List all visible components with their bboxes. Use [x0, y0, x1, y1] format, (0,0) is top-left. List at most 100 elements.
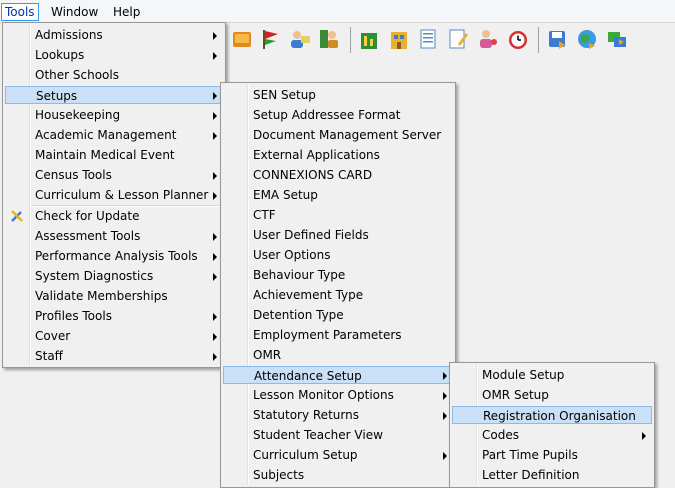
menu-item-user-options[interactable]: User Options — [223, 246, 453, 264]
menu-item-label: Maintain Medical Event — [35, 148, 175, 162]
menu-item-other-schools[interactable]: Other Schools — [5, 66, 223, 84]
menu-item-omr[interactable]: OMR — [223, 346, 453, 364]
documents-icon[interactable] — [416, 27, 440, 51]
menu-item-label: Lookups — [35, 48, 85, 62]
menu-item-statutory-returns[interactable]: Statutory Returns — [223, 406, 453, 424]
edit-document-icon[interactable] — [446, 27, 470, 51]
menu-item-employment-parameters[interactable]: Employment Parameters — [223, 326, 453, 344]
menu-item-staff[interactable]: Staff — [5, 347, 223, 365]
menu-item-label: OMR — [253, 348, 282, 362]
globe-icon[interactable] — [575, 27, 599, 51]
menu-item-module-setup[interactable]: Module Setup — [452, 366, 652, 384]
menu-item-label: Validate Memberships — [35, 289, 168, 303]
menu-item-label: EMA Setup — [253, 188, 318, 202]
menu-item-curriculum-lesson-planner[interactable]: Curriculum & Lesson Planner — [5, 186, 223, 204]
menu-item-label: Staff — [35, 349, 63, 363]
menu-item-codes[interactable]: Codes — [452, 426, 652, 444]
menu-item-cover[interactable]: Cover — [5, 327, 223, 345]
menu-item-user-defined-fields[interactable]: User Defined Fields — [223, 226, 453, 244]
menu-item-letter-definition[interactable]: Letter Definition — [452, 466, 652, 484]
menu-item-connexions-card[interactable]: CONNEXIONS CARD — [223, 166, 453, 184]
menu-tools[interactable]: Tools — [1, 3, 39, 21]
menu-item-label: SEN Setup — [253, 88, 316, 102]
menu-item-label: OMR Setup — [482, 388, 549, 402]
menu-item-check-for-update[interactable]: Check for Update — [5, 207, 223, 225]
users-icon[interactable] — [288, 27, 312, 51]
menu-item-omr-setup[interactable]: OMR Setup — [452, 386, 652, 404]
menu-item-student-teacher-view[interactable]: Student Teacher View — [223, 426, 453, 444]
submenu-arrow-icon — [213, 313, 217, 321]
menu-item-setup-addressee-format[interactable]: Setup Addressee Format — [223, 106, 453, 124]
menu-item-ctf[interactable]: CTF — [223, 206, 453, 224]
submenu-arrow-icon — [642, 432, 646, 440]
menu-item-subjects[interactable]: Subjects — [223, 466, 453, 484]
menu-item-detention-type[interactable]: Detention Type — [223, 306, 453, 324]
menu-item-curriculum-setup[interactable]: Curriculum Setup — [223, 446, 453, 464]
menu-item-label: Other Schools — [35, 68, 119, 82]
flag-icon[interactable] — [258, 27, 282, 51]
menu-item-label: Setup Addressee Format — [253, 108, 401, 122]
teacher-icon[interactable] — [317, 27, 341, 51]
menu-item-assessment-tools[interactable]: Assessment Tools — [5, 227, 223, 245]
menu-item-label: Admissions — [35, 28, 103, 42]
save-icon[interactable] — [545, 27, 569, 51]
menu-item-registration-organisation[interactable]: Registration Organisation — [452, 406, 652, 424]
menu-item-system-diagnostics[interactable]: System Diagnostics — [5, 267, 223, 285]
menu-item-performance-analysis-tools[interactable]: Performance Analysis Tools — [5, 247, 223, 265]
submenu-arrow-icon — [213, 253, 217, 261]
toolbar-separator — [350, 27, 351, 53]
submenu-arrow-icon — [213, 192, 217, 200]
menu-item-setups[interactable]: Setups — [5, 86, 223, 104]
book-icon[interactable] — [230, 27, 254, 51]
menu-item-label: Detention Type — [253, 308, 344, 322]
menu-item-document-management-server[interactable]: Document Management Server — [223, 126, 453, 144]
menu-window[interactable]: Window — [48, 4, 101, 20]
menu-item-label: Housekeeping — [35, 108, 121, 122]
menu-item-behaviour-type[interactable]: Behaviour Type — [223, 266, 453, 284]
submenu-arrow-icon — [213, 172, 217, 180]
submenu-arrow-icon — [213, 52, 217, 60]
menu-item-lesson-monitor-options[interactable]: Lesson Monitor Options — [223, 386, 453, 404]
menu-item-label: Module Setup — [482, 368, 565, 382]
submenu-arrow-icon — [443, 452, 447, 460]
tools-icon — [11, 210, 23, 222]
menu-item-sen-setup[interactable]: SEN Setup — [223, 86, 453, 104]
menu-item-ema-setup[interactable]: EMA Setup — [223, 186, 453, 204]
menu-item-label: Document Management Server — [253, 128, 442, 142]
menu-item-external-applications[interactable]: External Applications — [223, 146, 453, 164]
menu-item-maintain-medical-event[interactable]: Maintain Medical Event — [5, 146, 223, 164]
menu-item-part-time-pupils[interactable]: Part Time Pupils — [452, 446, 652, 464]
menu-item-academic-management[interactable]: Academic Management — [5, 126, 223, 144]
menu-item-validate-memberships[interactable]: Validate Memberships — [5, 287, 223, 305]
menu-item-housekeeping[interactable]: Housekeeping — [5, 106, 223, 124]
menu-item-profiles-tools[interactable]: Profiles Tools — [5, 307, 223, 325]
submenu-arrow-icon — [213, 233, 217, 241]
menu-item-label: User Options — [253, 248, 331, 262]
menu-item-label: Performance Analysis Tools — [35, 249, 198, 263]
transfer-icon[interactable] — [605, 27, 629, 51]
menu-item-achievement-type[interactable]: Achievement Type — [223, 286, 453, 304]
menu-item-admissions[interactable]: Admissions — [5, 26, 223, 44]
menu-item-label: Lesson Monitor Options — [253, 388, 394, 402]
menu-item-label: Attendance Setup — [254, 369, 362, 383]
building-icon[interactable] — [387, 27, 411, 51]
menu-item-census-tools[interactable]: Census Tools — [5, 166, 223, 184]
people-icon[interactable] — [476, 27, 500, 51]
menu-bar: Tools Window Help — [0, 0, 675, 23]
menu-item-label: External Applications — [253, 148, 380, 162]
tools-menu: Admissions Lookups Other Schools Setups … — [2, 22, 226, 368]
menu-item-label: Assessment Tools — [35, 229, 141, 243]
menu-item-label: System Diagnostics — [35, 269, 154, 283]
menu-item-label: Setups — [36, 89, 78, 103]
menu-item-attendance-setup[interactable]: Attendance Setup — [223, 366, 453, 384]
clock-icon[interactable] — [506, 27, 530, 51]
menu-help[interactable]: Help — [110, 4, 143, 20]
menu-item-label: Codes — [482, 428, 519, 442]
menu-item-lookups[interactable]: Lookups — [5, 46, 223, 64]
menu-item-label: Subjects — [253, 468, 305, 482]
submenu-arrow-icon — [443, 392, 447, 400]
menu-item-label: Academic Management — [35, 128, 177, 142]
submenu-arrow-icon — [213, 353, 217, 361]
menu-item-label: Registration Organisation — [483, 409, 636, 423]
building-chart-icon[interactable] — [357, 27, 381, 51]
